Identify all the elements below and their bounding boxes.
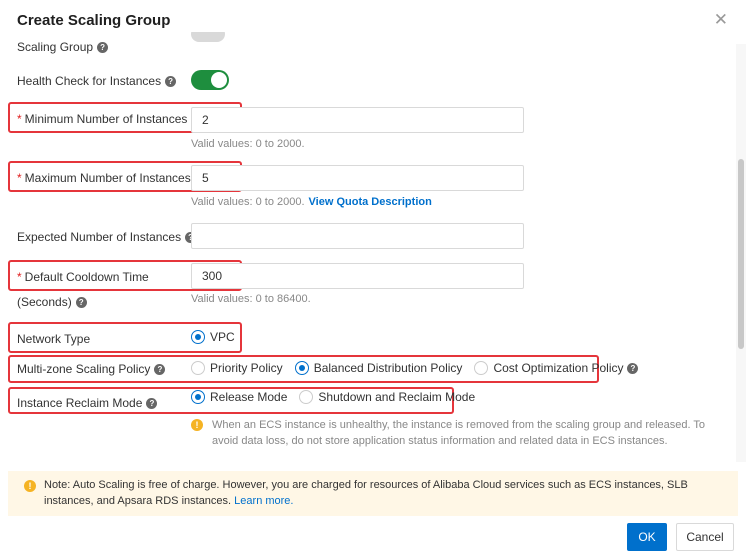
switch-knob (211, 72, 227, 88)
health-check-switch[interactable] (191, 70, 229, 90)
max-instances-label: *Maximum Number of Instances? (17, 171, 206, 185)
radio-dot (191, 390, 205, 404)
scrollbar-thumb[interactable] (738, 159, 744, 349)
cooldown-unit-label: (Seconds)? (17, 295, 87, 309)
min-instances-input[interactable]: 2 (191, 107, 524, 133)
max-instances-input[interactable]: 5 (191, 165, 524, 191)
form-scroll-area[interactable]: Scaling Group? Health Check for Instance… (0, 32, 746, 462)
reclaim-mode-label: Instance Reclaim Mode? (17, 396, 158, 410)
network-type-label: Network Type (17, 332, 91, 346)
expected-instances-input[interactable] (191, 223, 524, 249)
min-instances-label: *Minimum Number of Instances? (17, 112, 203, 126)
health-check-label: Health Check for Instances? (17, 74, 177, 88)
radio-dot (294, 361, 309, 375)
radio-balanced-policy[interactable]: Balanced Distribution Policy (294, 361, 462, 375)
scrollbar[interactable] (736, 44, 746, 462)
max-instances-hint: Valid values: 0 to 2000. View Quota Descr… (191, 196, 432, 208)
multizone-radio-group: Priority Policy Balanced Distribution Po… (191, 361, 639, 375)
cooldown-label: * Default Cooldown Time (17, 270, 149, 284)
reclaim-radio-group: Release Mode Shutdown and Reclaim Mode (191, 390, 487, 404)
ecs-warning-note: ! When an ECS instance is unhealthy, the… (191, 417, 711, 449)
help-icon[interactable]: ? (627, 362, 639, 374)
warning-icon: ! (24, 480, 36, 492)
help-icon[interactable]: ? (97, 41, 109, 53)
cancel-button[interactable]: Cancel (676, 523, 734, 551)
radio-dot (299, 390, 314, 404)
help-icon[interactable]: ? (154, 363, 166, 375)
expected-instances-label: Expected Number of Instances? (17, 230, 197, 244)
network-type-radio-group: VPC (191, 330, 247, 344)
cooldown-hint: Valid values: 0 to 86400. (191, 293, 311, 305)
warning-icon: ! (191, 419, 203, 431)
radio-release-mode[interactable]: Release Mode (191, 390, 287, 404)
ok-button[interactable]: OK (627, 523, 667, 551)
view-quota-link[interactable]: View Quota Description (309, 196, 432, 208)
multizone-label: Multi-zone Scaling Policy? (17, 362, 166, 376)
help-icon[interactable]: ? (75, 296, 87, 308)
scaling-group-switch[interactable] (191, 32, 225, 42)
scaling-group-label: Scaling Group? (17, 40, 109, 54)
radio-dot (191, 361, 205, 375)
close-icon[interactable]: ✕ (714, 11, 728, 28)
billing-notice: ! Note: Auto Scaling is free of charge. … (8, 471, 738, 516)
radio-cost-policy[interactable]: Cost Optimization Policy (474, 361, 623, 375)
help-icon[interactable]: ? (146, 397, 158, 409)
radio-dot (191, 330, 205, 344)
help-icon[interactable]: ? (165, 75, 177, 87)
cooldown-input[interactable]: 300 (191, 263, 524, 289)
radio-priority-policy[interactable]: Priority Policy (191, 361, 283, 375)
min-instances-hint: Valid values: 0 to 2000. (191, 138, 305, 150)
dialog-title: Create Scaling Group (17, 12, 171, 29)
radio-shutdown-mode[interactable]: Shutdown and Reclaim Mode (299, 390, 475, 404)
radio-dot (474, 361, 489, 375)
learn-more-link[interactable]: Learn more. (234, 495, 293, 507)
radio-vpc[interactable]: VPC (191, 330, 235, 344)
